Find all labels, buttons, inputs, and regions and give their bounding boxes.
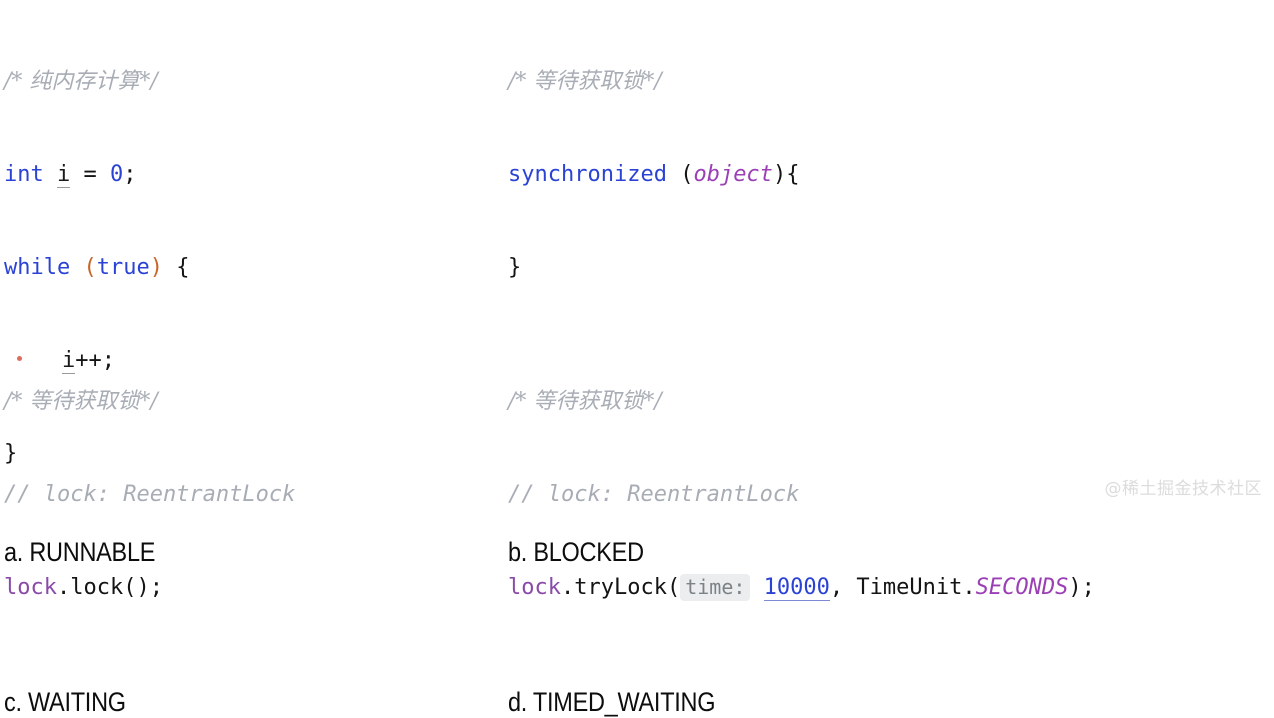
state-label-timed-waiting: d. TIMED_WAITING <box>508 687 716 717</box>
comment-line: /* 等待获取锁*/ <box>508 386 1268 417</box>
keyword-int: int <box>4 162 44 187</box>
constant-seconds: SECONDS <box>975 575 1069 600</box>
literal-true: true <box>96 255 150 280</box>
code-line-declaration: int i = 0; <box>4 159 494 190</box>
code-line-lock-call: lock.lock(); <box>4 572 494 603</box>
literal-zero: 0 <box>110 162 124 187</box>
panel-timed-waiting: /* 等待获取锁*/ // lock: ReentrantLock lock.t… <box>508 324 1268 718</box>
comment-line: /* 等待获取锁*/ <box>508 66 1268 97</box>
comma: , <box>829 575 857 600</box>
paren-open: ( <box>666 162 694 187</box>
operator-assign: = <box>70 162 110 187</box>
variable-i: i <box>57 162 71 188</box>
paren-close: ) <box>149 255 163 280</box>
code-line-while: while (true) { <box>4 252 494 283</box>
field-lock: lock <box>4 575 57 600</box>
comment-line-lock-type: // lock: ReentrantLock <box>4 479 494 510</box>
class-timeunit: TimeUnit. <box>856 575 976 600</box>
comment-line: /* 纯内存计算*/ <box>4 66 494 97</box>
comment-text: /* 等待获取锁*/ <box>508 389 662 414</box>
brace-close: } <box>508 255 522 280</box>
parameter-hint-time: time: <box>680 574 751 601</box>
comment-text: // lock: ReentrantLock <box>508 482 800 507</box>
comment-text: /* 等待获取锁*/ <box>508 69 662 94</box>
brace-open: { <box>786 162 800 187</box>
method-call-trylock: .tryLock( <box>560 575 681 600</box>
state-label-waiting: c. WAITING <box>4 687 126 717</box>
comment-text: /* 纯内存计算*/ <box>4 69 158 94</box>
code-line-close-brace: } <box>508 252 1268 283</box>
comment-text: /* 等待获取锁*/ <box>4 389 158 414</box>
semicolon: ; <box>123 162 137 187</box>
code-line-trylock-call: lock.tryLock(time: 10000, TimeUnit.SECON… <box>508 572 1268 603</box>
literal-timeout: 10000 <box>763 575 830 601</box>
method-call-lock: .lock(); <box>56 575 163 600</box>
comment-line: /* 等待获取锁*/ <box>4 386 494 417</box>
panel-waiting: /* 等待获取锁*/ // lock: ReentrantLock lock.l… <box>4 324 494 718</box>
call-tail: ); <box>1068 575 1095 600</box>
watermark: @稀土掘金技术社区 <box>1104 479 1262 499</box>
keyword-synchronized: synchronized <box>508 162 667 187</box>
comment-text: // lock: ReentrantLock <box>4 482 296 507</box>
code-line-synchronized: synchronized (object){ <box>508 159 1268 190</box>
field-lock: lock <box>508 575 561 600</box>
keyword-while: while <box>4 255 71 280</box>
brace-open: { <box>162 255 190 280</box>
paren-open: ( <box>70 255 97 280</box>
code-block-waiting: /* 等待获取锁*/ // lock: ReentrantLock lock.l… <box>4 324 494 665</box>
parameter-object: object <box>693 162 773 187</box>
paren-close: ) <box>772 162 787 187</box>
